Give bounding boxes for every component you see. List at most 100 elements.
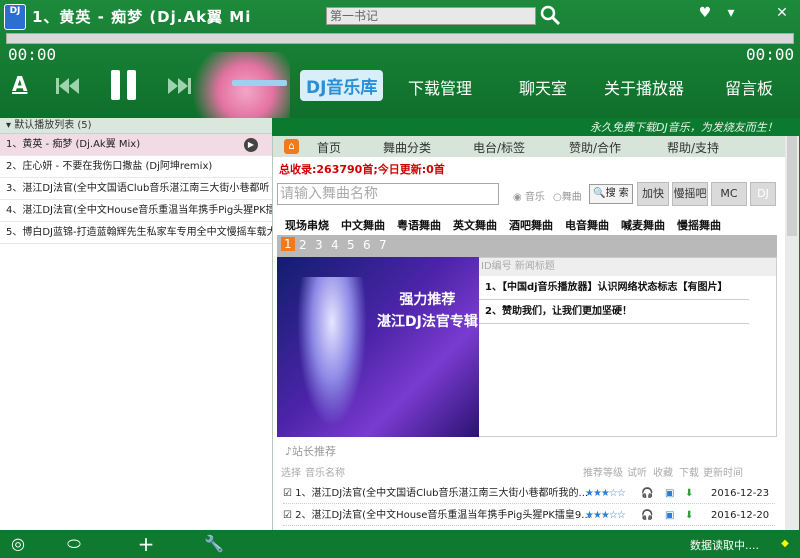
tab-chat-room[interactable]: 聊天室 xyxy=(519,75,567,99)
web-panel: ⌂ 首页 舞曲分类 电台/标签 赞助/合作 帮助/支持 总收录:263790首;… xyxy=(272,136,799,530)
col-download: 下载 xyxy=(679,468,699,479)
app-logo: DJ xyxy=(4,4,26,30)
menu-icon[interactable]: ▾ xyxy=(722,4,740,22)
playlist-item[interactable]: 4、湛江DJ法官(全中文House音乐重温当年携手Pig头猩PK擂 xyxy=(0,200,272,222)
skin-icon[interactable]: ♥ xyxy=(696,4,714,22)
tab-dj-library[interactable]: DJ音乐库 xyxy=(300,70,384,101)
tab-message-board[interactable]: 留言板 xyxy=(725,75,773,99)
lyrics-toggle-icon[interactable]: A xyxy=(12,72,27,96)
row-name[interactable]: 2、湛江DJ法官(全中文House音乐重温当年携手Pig头猩PK擂皇9... xyxy=(295,510,591,521)
song-search-input[interactable]: 请输入舞曲名称 xyxy=(277,183,499,205)
scrollbar-thumb[interactable] xyxy=(787,136,797,236)
headphone-icon[interactable]: 🎧 xyxy=(641,484,653,504)
page-link[interactable]: 7 xyxy=(379,238,387,252)
close-icon[interactable]: ✕ xyxy=(773,4,791,22)
site-tab-help[interactable]: 帮助/支持 xyxy=(667,139,719,156)
row-checkbox[interactable]: ☑ xyxy=(283,510,292,521)
radio-dance-label: 舞曲 xyxy=(561,192,582,203)
col-rating: 推荐等级 xyxy=(583,468,623,479)
status-indicator-icon: ◆ xyxy=(781,538,789,549)
tab-download-manager[interactable]: 下载管理 xyxy=(408,75,472,99)
favorite-icon[interactable]: ▣ xyxy=(665,484,674,504)
col-listen: 试听 xyxy=(627,468,647,479)
play-icon[interactable]: ▶ xyxy=(244,138,258,152)
news-item[interactable]: 1、【中国dj音乐播放器】认识网络状态标志【有图片】 xyxy=(479,276,749,300)
button-fast[interactable]: 加快 xyxy=(637,182,669,206)
site-tab-home[interactable]: 首页 xyxy=(317,139,341,156)
playlist-item-label: 4、湛江DJ法官(全中文House音乐重温当年携手Pig头猩PK擂 xyxy=(6,205,272,216)
row-name[interactable]: 1、湛江DJ法官(全中文国语Club音乐湛江南三大街小巷都听我的... xyxy=(295,488,588,499)
progress-bar[interactable] xyxy=(6,33,794,44)
category-link[interactable]: 现场串烧 xyxy=(285,217,329,233)
headphone-icon[interactable]: 🎧 xyxy=(641,506,653,526)
category-link[interactable]: 电音舞曲 xyxy=(565,217,609,233)
now-playing-title: 1、黄英 - 痴梦 (Dj.Ak翼 Mi xyxy=(32,8,252,26)
banner-line: 湛江DJ法官专辑 xyxy=(377,314,478,330)
volume-slider[interactable] xyxy=(232,80,287,86)
recommend-header-label: 站长推荐 xyxy=(292,445,337,458)
category-link[interactable]: 喊麦舞曲 xyxy=(621,217,665,233)
site-tab-radio[interactable]: 电台/标签 xyxy=(473,139,525,156)
site-tabs: ⌂ 首页 舞曲分类 电台/标签 赞助/合作 帮助/支持 xyxy=(273,136,798,157)
col-updated: 更新时间 xyxy=(703,468,743,479)
site-search-button[interactable]: 🔍搜 索 xyxy=(589,184,633,204)
search-icon[interactable] xyxy=(539,4,561,26)
download-icon[interactable]: ⬇ xyxy=(685,506,693,526)
radio-music[interactable]: ◉ 音乐 xyxy=(513,188,545,203)
scrollbar[interactable] xyxy=(785,136,799,530)
table-row[interactable]: ☑ 1、湛江DJ法官(全中文国语Club音乐湛江南三大街小巷都听我的... ★★… xyxy=(283,484,775,504)
table-row[interactable]: ☑ 2、湛江DJ法官(全中文House音乐重温当年携手Pig头猩PK擂皇9...… xyxy=(283,506,775,526)
row-date: 2016-12-23 xyxy=(711,488,770,499)
col-name: 音乐名称 xyxy=(305,468,345,479)
category-link[interactable]: 粤语舞曲 xyxy=(397,217,441,233)
home-icon[interactable]: ⌂ xyxy=(284,139,299,154)
page-link[interactable]: 3 xyxy=(315,238,323,252)
previous-icon[interactable] xyxy=(56,78,80,94)
category-link[interactable]: 酒吧舞曲 xyxy=(509,217,553,233)
slogan: 永久免费下载DJ音乐，为发烧友而生！ xyxy=(590,121,778,134)
pause-button[interactable] xyxy=(111,70,137,100)
top-bar: DJ 1、黄英 - 痴梦 (Dj.Ak翼 Mi 第一书记 ♥ ▾ ✕ 00:00… xyxy=(0,0,800,118)
playlist-item[interactable]: 1、黄英 - 痴梦 (Dj.Ak翼 Mix) ▶ xyxy=(0,134,272,156)
playlist-item-label: 1、黄英 - 痴梦 (Dj.Ak翼 Mix) xyxy=(6,139,141,150)
button-dj[interactable]: DJ xyxy=(750,182,776,206)
row-checkbox[interactable]: ☑ xyxy=(283,488,292,499)
playlist-item[interactable]: 3、湛江DJ法官(全中文国语Club音乐湛江南三大街小巷都听 xyxy=(0,178,272,200)
playlist-item[interactable]: 5、博白DJ蓝锦-打造蓝翰辉先生私家车专用全中文慢摇车载大 xyxy=(0,222,272,244)
time-current: 00:00 xyxy=(8,45,57,64)
next-icon[interactable] xyxy=(168,78,192,94)
playlist-item[interactable]: 2、庄心妍 - 不要在我伤口撒盐 (Dj阿坤remix) xyxy=(0,156,272,178)
row-date: 2016-12-20 xyxy=(711,510,770,521)
col-select: 选择 xyxy=(281,468,301,479)
search-input[interactable]: 第一书记 xyxy=(326,7,536,25)
col-favorite: 收藏 xyxy=(653,468,673,479)
page-link[interactable]: 5 xyxy=(347,238,355,252)
page-link[interactable]: 4 xyxy=(331,238,339,252)
playlist-item-label: 3、湛江DJ法官(全中文国语Club音乐湛江南三大街小巷都听 xyxy=(6,183,270,194)
playlist-header[interactable]: ▾ 默认播放列表 (5) xyxy=(0,118,272,134)
news-box: ID编号 新闻标题 1、【中国dj音乐播放器】认识网络状态标志【有图片】 2、赞… xyxy=(479,257,777,437)
download-icon[interactable]: ⬇ xyxy=(685,484,693,504)
tab-about-player[interactable]: 关于播放器 xyxy=(604,75,684,99)
category-link[interactable]: 中文舞曲 xyxy=(341,217,385,233)
category-link[interactable]: 英文舞曲 xyxy=(453,217,497,233)
favorite-icon[interactable]: ▣ xyxy=(665,506,674,526)
site-tab-categories[interactable]: 舞曲分类 xyxy=(383,139,431,156)
page-link[interactable]: 2 xyxy=(299,238,307,252)
news-item[interactable]: 2、赞助我们，让我们更加坚硬！ xyxy=(479,300,749,324)
page-link[interactable]: 6 xyxy=(363,238,371,252)
promo-banner[interactable]: 强力推荐 湛江DJ法官专辑 xyxy=(277,257,479,437)
category-link[interactable]: 慢摇舞曲 xyxy=(677,217,721,233)
page-link[interactable]: 1 xyxy=(281,237,295,251)
button-slow-bar[interactable]: 慢摇吧 xyxy=(672,182,708,206)
radio-music-label: 音乐 xyxy=(524,192,545,203)
loop-mode-icon[interactable]: ⬭ xyxy=(64,535,84,553)
site-tab-sponsor[interactable]: 赞助/合作 xyxy=(569,139,621,156)
add-icon[interactable]: + xyxy=(136,534,156,554)
stat-text: 总收录:263790首;今日更新:0首 xyxy=(279,163,445,176)
tools-icon[interactable]: 🔧 xyxy=(204,535,224,553)
button-mc[interactable]: MC xyxy=(711,182,747,206)
locate-icon[interactable]: ◎ xyxy=(8,535,28,553)
playlist-header-label: 默认播放列表 (5) xyxy=(14,120,92,131)
radio-dance[interactable]: ○舞曲 xyxy=(553,188,582,203)
